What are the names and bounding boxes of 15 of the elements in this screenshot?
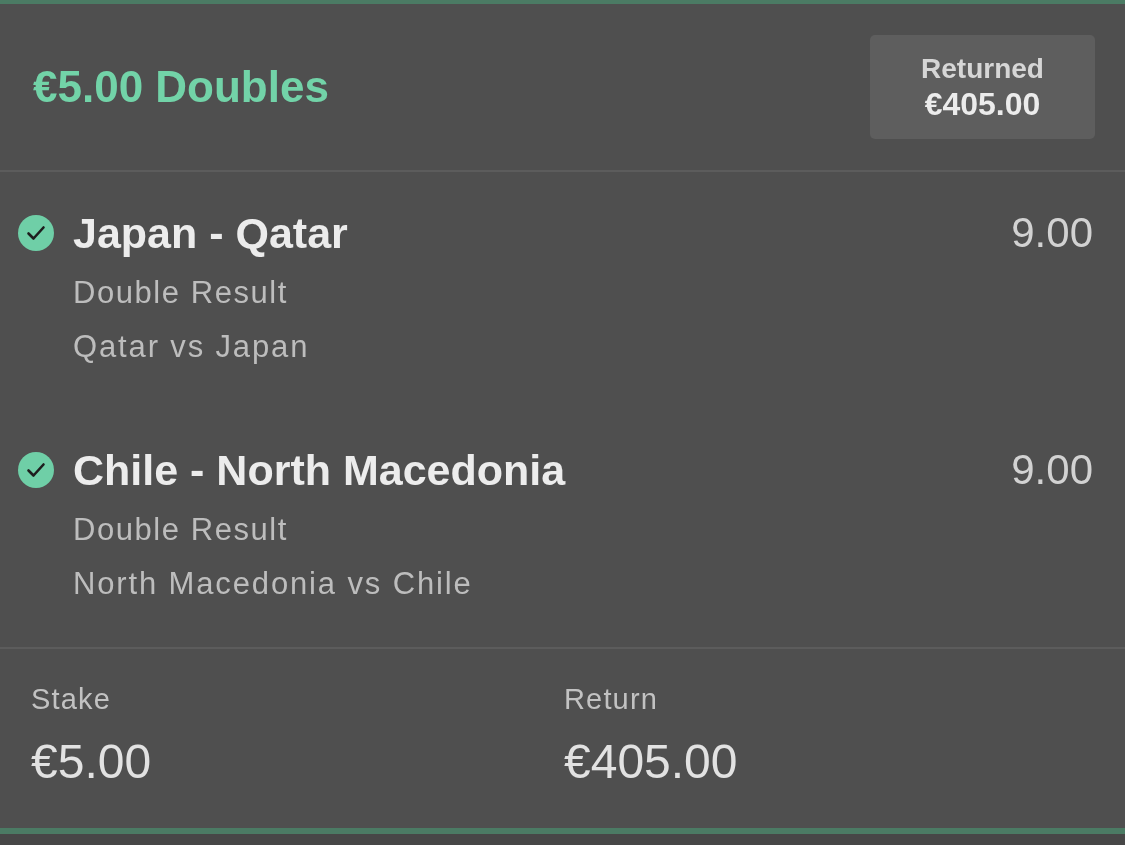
odds-value: 9.00 — [1011, 446, 1093, 494]
bet-title: €5.00 Doubles — [33, 61, 329, 113]
summary-label: Return — [564, 682, 658, 717]
selection-title: Japan - Qatar — [73, 209, 348, 257]
summary-value: €405.00 — [564, 734, 738, 790]
summary-value: €5.00 — [31, 734, 152, 790]
odds-value: 9.00 — [1011, 209, 1093, 257]
market-name: Double Result — [73, 511, 288, 549]
selection-title: Chile - North Macedonia — [73, 446, 566, 494]
market-name: Double Result — [73, 274, 288, 312]
status-label: Returned — [921, 52, 1044, 86]
event-name: Qatar vs Japan — [73, 328, 310, 366]
summary-label: Stake — [31, 682, 111, 717]
returned-amount: €405.00 — [924, 86, 1041, 122]
event-name: North Macedonia vs Chile — [73, 565, 473, 603]
